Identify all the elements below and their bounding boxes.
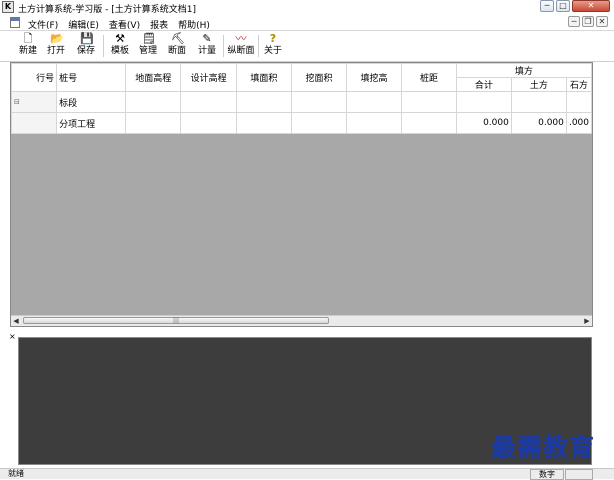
manage-icon: 🗒 xyxy=(142,32,156,45)
template-label: 模板 xyxy=(110,46,129,56)
close-button[interactable]: ✕ xyxy=(572,0,610,12)
grid-table: 行号 桩号 地面高程 设计高程 填面积 挖面积 填挖高 桩距 填方 合计 土方 … xyxy=(11,63,592,134)
about-button[interactable]: ? 关于 xyxy=(260,32,286,57)
new-file-icon: 🗋 xyxy=(23,32,33,45)
toolbar-separator xyxy=(258,35,259,57)
rock-cell[interactable] xyxy=(565,91,592,113)
doc-restore-button[interactable]: ❐ xyxy=(582,16,594,27)
template-button[interactable]: ⚒ 模板 xyxy=(106,32,134,57)
total-cell[interactable] xyxy=(455,91,512,113)
tree-line xyxy=(11,112,58,134)
open-folder-icon: 📂 xyxy=(50,32,64,45)
menu-report[interactable]: 报表 xyxy=(150,18,168,31)
manage-label: 管理 xyxy=(138,46,157,56)
help-icon: ? xyxy=(269,32,277,45)
template-icon: ⚒ xyxy=(115,32,125,45)
app-icon: K xyxy=(2,1,14,13)
title-bar: K 土方计算系统-学习版 - [土方计算系统文档1] ─ □ ✕ xyxy=(0,0,614,15)
scroll-right-icon[interactable]: ▶ xyxy=(582,316,592,326)
save-button[interactable]: 💾 保存 xyxy=(72,32,100,57)
col-header-ground-elevation[interactable]: 地面高程 xyxy=(124,63,182,92)
window-controls: ─ □ ✕ xyxy=(540,0,610,14)
total-cell[interactable]: 0.000 xyxy=(455,112,512,134)
new-label: 新建 xyxy=(18,46,37,56)
col-group-header-fill[interactable]: 填方 xyxy=(455,63,592,78)
num-lock-indicator: 数字 xyxy=(530,469,564,480)
document-icon[interactable] xyxy=(10,17,20,28)
toolbar-separator xyxy=(103,35,104,57)
rock-cell[interactable]: .000 xyxy=(565,112,592,134)
pane-close-icon[interactable]: × xyxy=(9,333,16,341)
station-cell[interactable]: 分项工程 xyxy=(56,112,126,134)
menu-edit[interactable]: 编辑(E) xyxy=(68,18,99,31)
col-header-station[interactable]: 桩号 xyxy=(56,63,126,92)
tree-expander[interactable]: ⊟ xyxy=(11,91,58,113)
menu-view[interactable]: 查看(V) xyxy=(109,18,140,31)
manage-button[interactable]: 🗒 管理 xyxy=(134,32,162,57)
scroll-thumb[interactable]: ||| xyxy=(23,317,329,324)
document-window-controls: ─ ❐ ✕ xyxy=(568,16,608,27)
doc-minimize-button[interactable]: ─ xyxy=(568,16,580,27)
profile-button[interactable]: 〰 纵断面 xyxy=(226,32,256,57)
menu-file[interactable]: 文件(F) xyxy=(28,18,58,31)
toolbar-separator xyxy=(223,35,224,57)
watermark-text: 最需教育 xyxy=(491,433,596,462)
maximize-button[interactable]: □ xyxy=(556,0,570,12)
window-title: 土方计算系统-学习版 - [土方计算系统文档1] xyxy=(18,5,196,15)
profile-label: 纵断面 xyxy=(227,46,255,56)
data-grid: 行号 桩号 地面高程 设计高程 填面积 挖面积 填挖高 桩距 填方 合计 土方 … xyxy=(10,62,593,327)
measure-button[interactable]: ✎ 计量 xyxy=(193,32,221,57)
col-header-earth[interactable]: 土方 xyxy=(510,77,567,92)
about-label: 关于 xyxy=(263,46,282,56)
pane-splitter[interactable] xyxy=(0,329,614,335)
col-header-row-number[interactable]: 行号 xyxy=(11,63,58,92)
horizontal-scrollbar[interactable]: ◀ ||| ▶ xyxy=(11,315,592,326)
earth-cell[interactable] xyxy=(510,91,567,113)
table-row[interactable]: 分项工程 0.000 0.000 .000 xyxy=(11,112,592,134)
col-header-station-distance[interactable]: 桩距 xyxy=(401,63,457,92)
earth-cell[interactable]: 0.000 xyxy=(510,112,567,134)
menu-help[interactable]: 帮助(H) xyxy=(178,18,210,31)
measure-label: 计量 xyxy=(197,46,216,56)
toolbar: 🗋 新建 📂 打开 💾 保存 ⚒ 模板 🗒 管理 ⛏ 断面 ✎ 计量 〰 纵断面… xyxy=(0,31,614,62)
menu-bar: 文件(F) 编辑(E) 查看(V) 报表 帮助(H) ─ ❐ ✕ xyxy=(0,15,614,31)
doc-close-button[interactable]: ✕ xyxy=(596,16,608,27)
col-header-fill-area[interactable]: 填面积 xyxy=(235,63,292,92)
save-label: 保存 xyxy=(76,46,95,56)
col-header-cut-fill-height[interactable]: 填挖高 xyxy=(345,63,403,92)
status-panel xyxy=(565,469,593,480)
section-button[interactable]: ⛏ 断面 xyxy=(163,32,191,57)
scroll-left-icon[interactable]: ◀ xyxy=(11,316,21,326)
col-header-total[interactable]: 合计 xyxy=(455,77,512,92)
col-header-rock[interactable]: 石方 xyxy=(565,77,592,92)
minimize-button[interactable]: ─ xyxy=(540,0,554,12)
status-bar: 就绪 数字 xyxy=(0,468,614,480)
station-cell[interactable]: 标段 xyxy=(56,91,126,113)
table-row[interactable]: ⊟ 标段 xyxy=(11,91,592,113)
save-disk-icon: 💾 xyxy=(80,32,94,45)
col-header-design-elevation[interactable]: 设计高程 xyxy=(180,63,237,92)
open-button[interactable]: 📂 打开 xyxy=(42,32,70,57)
profile-icon: 〰 xyxy=(235,32,247,45)
measure-icon: ✎ xyxy=(202,32,212,45)
new-button[interactable]: 🗋 新建 xyxy=(14,32,42,57)
section-label: 断面 xyxy=(167,46,186,56)
section-icon: ⛏ xyxy=(171,32,185,45)
col-header-cut-area[interactable]: 挖面积 xyxy=(290,63,348,92)
open-label: 打开 xyxy=(46,46,65,56)
